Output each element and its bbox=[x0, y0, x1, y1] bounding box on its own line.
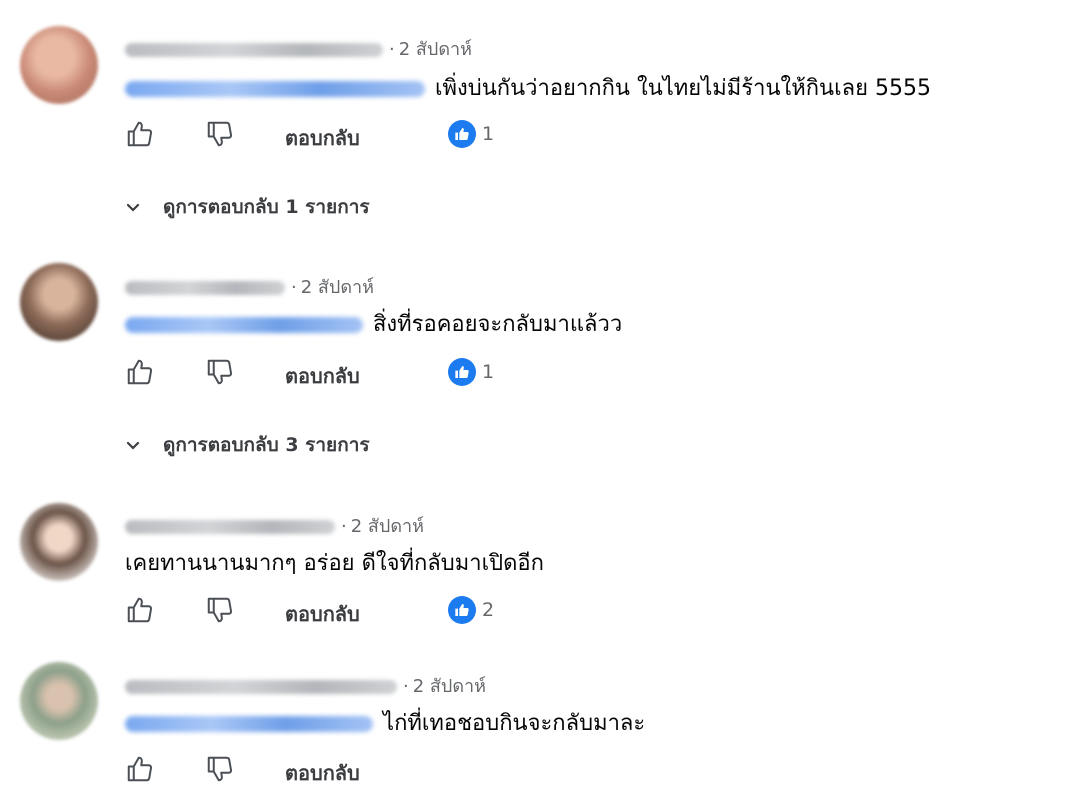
thumbs-down-icon[interactable] bbox=[205, 595, 235, 625]
comment-header: · 2 สัปดาห์ bbox=[125, 511, 424, 540]
like-count-number: 1 bbox=[482, 361, 495, 383]
like-reaction-icon bbox=[448, 596, 476, 624]
like-count-number: 1 bbox=[482, 123, 495, 145]
comment-header: · 2 สัปดาห์ bbox=[125, 272, 374, 301]
view-replies-label: ดูการตอบกลับ 3 รายการ bbox=[163, 434, 370, 456]
timestamp[interactable]: 2 สัปดาห์ bbox=[301, 277, 374, 298]
comment-text: ไก่ที่เทอชอบกินจะกลับมาละ bbox=[383, 711, 646, 736]
like-count[interactable]: 1 bbox=[448, 357, 494, 387]
comment-actions: ตอบกลับ 1 bbox=[125, 357, 625, 389]
thumbs-up-icon[interactable] bbox=[125, 595, 155, 625]
avatar[interactable] bbox=[20, 503, 98, 581]
avatar[interactable] bbox=[20, 662, 98, 740]
chevron-down-icon bbox=[126, 203, 140, 212]
thumbs-down-icon[interactable] bbox=[205, 754, 235, 784]
view-replies-label: ดูการตอบกลับ 1 รายการ bbox=[163, 196, 370, 218]
author-name[interactable] bbox=[125, 281, 285, 295]
like-count-number: 2 bbox=[482, 599, 495, 621]
author-name[interactable] bbox=[125, 520, 335, 534]
comment-text: สิ่งที่รอคอยจะกลับมาแล้วว bbox=[373, 312, 623, 337]
comment-body: ไก่ที่เทอชอบกินจะกลับมาละ bbox=[125, 705, 645, 740]
comment-actions: ตอบกลับ 1 bbox=[125, 119, 625, 151]
like-reaction-icon bbox=[448, 358, 476, 386]
like-reaction-icon bbox=[448, 120, 476, 148]
comment: · 2 สัปดาห์ เพิ่งบ่นกันว่าอยากกิน ในไทยไม… bbox=[0, 0, 1080, 240]
reply-button[interactable]: ตอบกลับ bbox=[285, 122, 360, 154]
like-count[interactable]: 2 bbox=[448, 595, 494, 625]
thumbs-up-icon[interactable] bbox=[125, 357, 155, 387]
avatar[interactable] bbox=[20, 263, 98, 341]
timestamp[interactable]: 2 สัปดาห์ bbox=[399, 39, 472, 60]
mention-tag[interactable] bbox=[125, 81, 425, 97]
timestamp[interactable]: 2 สัปดาห์ bbox=[351, 516, 424, 537]
timestamp[interactable]: 2 สัปดาห์ bbox=[413, 676, 486, 697]
comment-text: เคยทานนานมากๆ อร่อย ดีใจที่กลับมาเปิดอีก bbox=[125, 551, 544, 576]
thumbs-down-icon[interactable] bbox=[205, 357, 235, 387]
comment-body: สิ่งที่รอคอยจะกลับมาแล้วว bbox=[125, 306, 622, 341]
chevron-down-icon bbox=[126, 441, 140, 450]
mention-tag[interactable] bbox=[125, 716, 373, 732]
thumbs-down-icon[interactable] bbox=[205, 119, 235, 149]
reply-button[interactable]: ตอบกลับ bbox=[285, 360, 360, 392]
mention-tag[interactable] bbox=[125, 317, 363, 333]
reply-button[interactable]: ตอบกลับ bbox=[285, 757, 360, 789]
thumbs-up-icon[interactable] bbox=[125, 754, 155, 784]
author-name[interactable] bbox=[125, 43, 383, 57]
reply-button[interactable]: ตอบกลับ bbox=[285, 598, 360, 630]
comment-text: เพิ่งบ่นกันว่าอยากกิน ในไทยไม่มีร้านให้ก… bbox=[435, 76, 931, 101]
comment-body: เพิ่งบ่นกันว่าอยากกิน ในไทยไม่มีร้านให้ก… bbox=[125, 70, 931, 105]
comment-actions: ตอบกลับ 2 bbox=[125, 595, 625, 627]
author-name[interactable] bbox=[125, 680, 397, 694]
view-replies-link[interactable]: ดูการตอบกลับ 3 รายการ bbox=[125, 430, 370, 460]
comment-actions: ตอบกลับ bbox=[125, 754, 625, 786]
avatar[interactable] bbox=[20, 26, 98, 104]
thumbs-up-icon[interactable] bbox=[125, 119, 155, 149]
comment-header: · 2 สัปดาห์ bbox=[125, 671, 486, 700]
comment-body: เคยทานนานมากๆ อร่อย ดีใจที่กลับมาเปิดอีก bbox=[125, 545, 544, 580]
comment-header: · 2 สัปดาห์ bbox=[125, 34, 472, 63]
like-count[interactable]: 1 bbox=[448, 119, 494, 149]
view-replies-link[interactable]: ดูการตอบกลับ 1 รายการ bbox=[125, 192, 370, 222]
